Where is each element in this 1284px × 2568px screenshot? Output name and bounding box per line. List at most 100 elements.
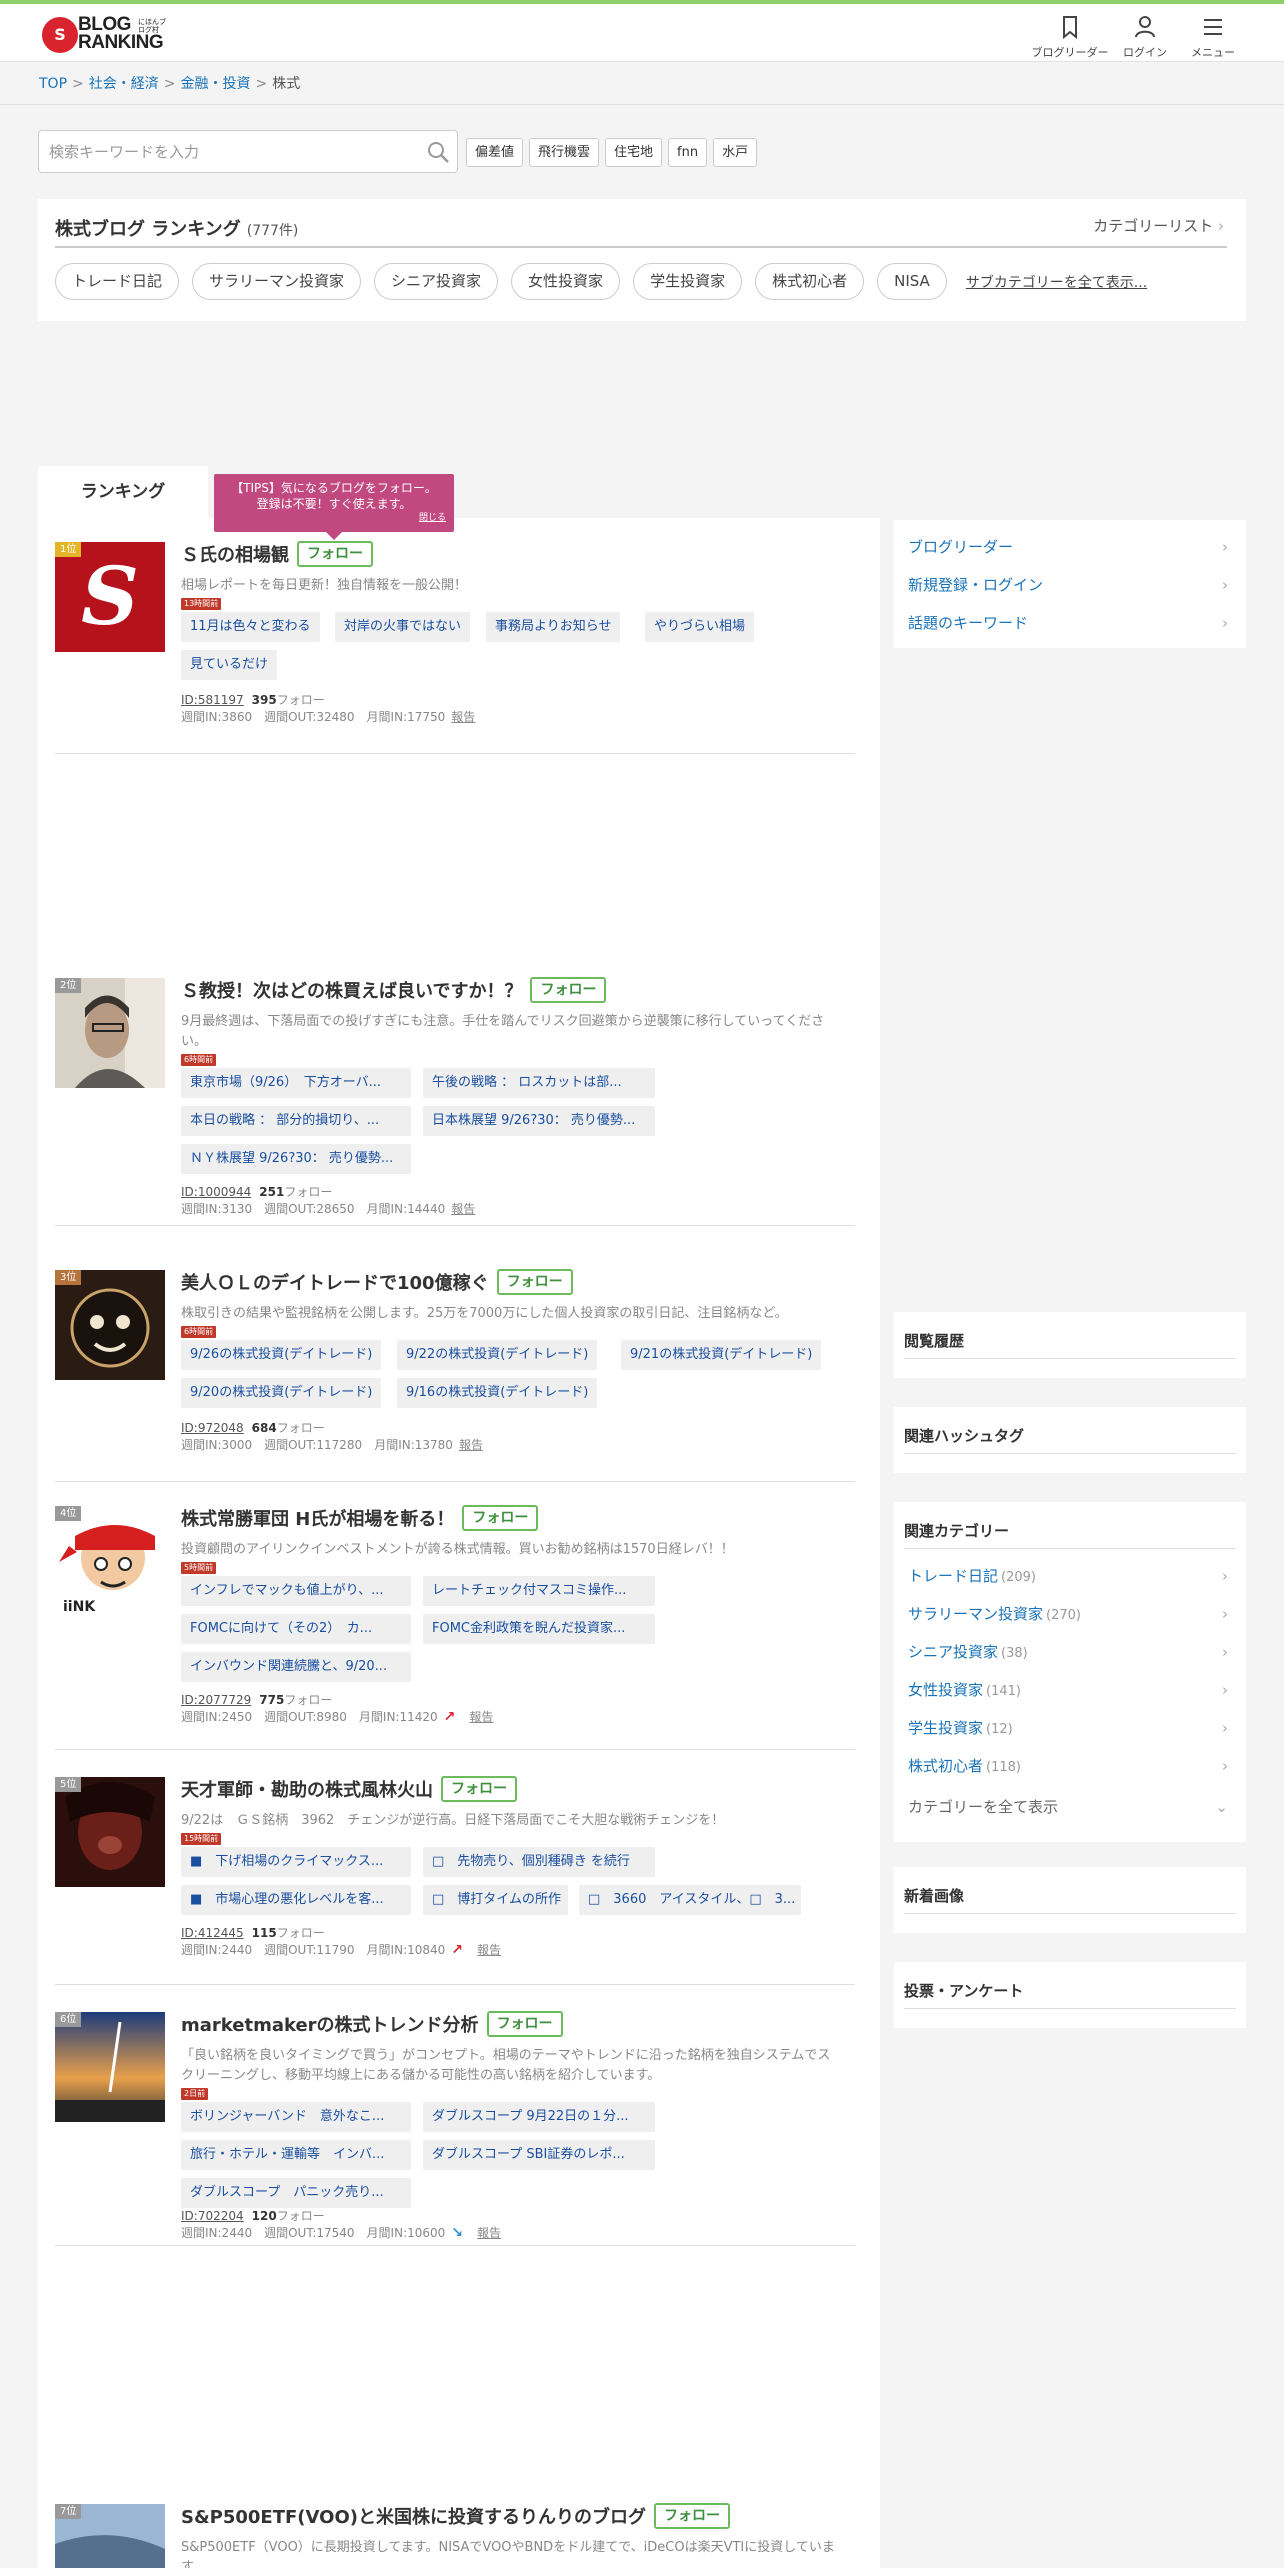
breadcrumb-society[interactable]: 社会・経済 [89,76,159,92]
follow-button[interactable]: フォロー [441,1776,517,1802]
post-link[interactable]: FOMCに向けて（その2） カ... [181,1614,411,1644]
blog-title-link[interactable]: Ｓ教授！次はどの株買えば良いですか！？ [181,977,522,1003]
blog-reader-button[interactable]: ブログリーダー [1025,10,1115,60]
tab-ranking[interactable]: ランキング [38,466,208,518]
blog-title-link[interactable]: 天才軍師・勘助の株式風林火山 [181,1776,433,1802]
blog-title-link[interactable]: S&P500ETF(VOO)と米国株に投資するりんりのブログ [181,2503,646,2529]
post-link[interactable]: 9/26の株式投資(デイトレード) [181,1340,382,1370]
post-link[interactable]: 事務局よりお知らせ [486,612,621,642]
search-input[interactable] [39,131,419,172]
blog-title-link[interactable]: 美人ＯＬのデイトレードで100億稼ぐ [181,1269,489,1295]
post-link[interactable]: インバウンド関連続騰と、9/20... [181,1652,411,1682]
breadcrumb-finance[interactable]: 金融・投資 [180,76,250,92]
blog-id-link[interactable]: ID:972048 [181,1421,244,1435]
blog-title-link[interactable]: marketmakerの株式トレンド分析 [181,2011,479,2037]
report-link[interactable]: 報告 [477,2226,501,2240]
related-category-item[interactable]: 女性投資家 (141) › [908,1671,1232,1709]
blog-thumbnail[interactable]: 3位 [55,1270,165,1380]
keyword-tag[interactable]: 水戸 [713,138,758,167]
follow-button[interactable]: フォロー [496,1269,573,1295]
breadcrumb-top[interactable]: TOP [39,76,67,92]
post-link[interactable]: 9/20の株式投資(デイトレード) [181,1378,382,1408]
subcategory-chip[interactable]: シニア投資家 [374,263,499,300]
blog-thumbnail[interactable]: 4位 iiNK [55,1506,165,1616]
blog-id-link[interactable]: ID:2077729 [181,1693,251,1707]
post-link[interactable]: やりづらい相場 [645,612,755,642]
subcategory-chip[interactable]: トレード日記 [55,263,180,300]
subcategory-chip[interactable]: 女性投資家 [511,263,621,300]
site-logo[interactable]: S BLOG RANKING にほんブログ村 [42,13,182,57]
keyword-tag[interactable]: 住宅地 [605,138,663,167]
post-link[interactable]: ダブルスコープ パニック売り... [181,2178,411,2208]
blog-title-link[interactable]: 株式常勝軍団 H氏が相場を斬る！ [181,1505,454,1531]
post-link[interactable]: ＮＹ株展望 9/26?30： 売り優勢... [181,1144,411,1174]
blog-thumbnail[interactable]: 1位 S [55,542,165,652]
blog-thumbnail[interactable]: 7位 [55,2504,165,2568]
post-link[interactable]: 午後の戦略 ： ロスカットは部... [423,1068,655,1098]
blog-id-link[interactable]: ID:581197 [181,693,244,707]
post-link[interactable]: □ 先物売り、個別種碍き を続行 [423,1847,655,1877]
blog-id-link[interactable]: ID:1000944 [181,1185,251,1199]
post-link[interactable]: 9/22の株式投資(デイトレード) [397,1340,598,1370]
report-link[interactable]: 報告 [477,1943,501,1957]
report-link[interactable]: 報告 [451,710,475,724]
related-category-item[interactable]: 学生投資家 (12) › [908,1709,1232,1747]
follow-button[interactable]: フォロー [462,1505,539,1531]
keyword-tag[interactable]: fnn [668,138,708,167]
blog-thumbnail[interactable]: 2位 [55,978,165,1088]
rank-badge: 7位 [55,2504,82,2519]
post-link[interactable]: 本日の戦略 ： 部分的損切り、... [181,1106,411,1136]
divider [904,1913,1236,1914]
related-category-item[interactable]: 株式初心者 (118) › [908,1747,1232,1785]
subcategory-chip[interactable]: 株式初心者 [755,263,865,300]
post-link[interactable]: インフレでマックも値上がり、... [181,1576,411,1606]
sidebar-item-blog-reader[interactable]: ブログリーダー › [908,528,1232,566]
subcategory-chip[interactable]: サラリーマン投資家 [192,263,362,300]
follow-button[interactable]: フォロー [297,541,373,567]
blog-id-link[interactable]: ID:702204 [181,2209,244,2223]
blog-thumbnail[interactable]: 6位 [55,2012,165,2122]
related-category-item[interactable]: トレード日記 (209) › [908,1557,1232,1595]
related-category-item[interactable]: サラリーマン投資家 (270) › [908,1595,1232,1633]
report-link[interactable]: 報告 [451,1202,475,1216]
post-link[interactable]: 9/21の株式投資(デイトレード) [621,1340,822,1370]
subcategory-chip[interactable]: NISA [877,263,947,300]
sidebar-item-trending-keywords[interactable]: 話題のキーワード › [908,604,1232,642]
blog-id-link[interactable]: ID:412445 [181,1926,244,1940]
post-link[interactable]: ■ 市場心理の悪化レベルを客... [181,1885,411,1915]
post-link[interactable]: □ 3660 アイスタイル、□ 3... [579,1885,801,1915]
subcategory-chip[interactable]: 学生投資家 [633,263,743,300]
post-link[interactable]: □ 博打タイムの所作 [423,1885,568,1915]
post-link[interactable]: FOMC金利政策を睨んだ投資家... [423,1614,655,1644]
keyword-tag[interactable]: 偏差値 [466,138,524,167]
show-all-subcategories-link[interactable]: サブカテゴリーを全て表示... [966,272,1147,292]
report-link[interactable]: 報告 [469,1710,493,1724]
search-icon[interactable] [425,139,451,165]
post-link[interactable]: ボリンジャーバンド 意外なこ... [181,2102,411,2132]
report-link[interactable]: 報告 [459,1438,483,1452]
post-link[interactable]: ダブルスコープ SBI証券のレポ... [423,2140,655,2170]
menu-button[interactable]: メニュー [1189,10,1237,60]
post-link[interactable]: 旅行・ホテル・運輸等 インバ... [181,2140,411,2170]
post-link[interactable]: レートチェック付マスコミ操作... [423,1576,655,1606]
related-category-item[interactable]: シニア投資家 (38) › [908,1633,1232,1671]
category-list-link[interactable]: カテゴリーリスト › [1093,215,1224,236]
post-link[interactable]: ■ 下げ相場のクライマックス... [181,1847,411,1877]
blog-title-link[interactable]: Ｓ氏の相場観 [181,541,289,567]
sidebar-item-register-login[interactable]: 新規登録・ログイン › [908,566,1232,604]
login-button[interactable]: ログイン [1121,10,1169,60]
post-link[interactable]: 11月は色々と変わる [181,612,320,642]
post-link[interactable]: 見ているだけ [181,650,278,680]
follow-button[interactable]: フォロー [653,2503,730,2529]
post-link[interactable]: 9/16の株式投資(デイトレード) [397,1378,598,1408]
blog-thumbnail[interactable]: 5位 [55,1777,165,1887]
post-link[interactable]: 日本株展望 9/26?30： 売り優勢... [423,1106,655,1136]
post-link[interactable]: 東京市場（9/26） 下方オーバ... [181,1068,411,1098]
follow-button[interactable]: フォロー [530,977,607,1003]
show-all-categories-link[interactable]: カテゴリーを全て表示 ⌄ [908,1788,1232,1826]
follow-button[interactable]: フォロー [486,2011,563,2037]
post-link[interactable]: 対岸の火事ではない [335,612,471,642]
post-link[interactable]: ダブルスコープ 9月22日の１分... [423,2102,655,2132]
tips-close-link[interactable]: 閉じる [419,510,446,526]
keyword-tag[interactable]: 飛行機雲 [529,138,600,167]
